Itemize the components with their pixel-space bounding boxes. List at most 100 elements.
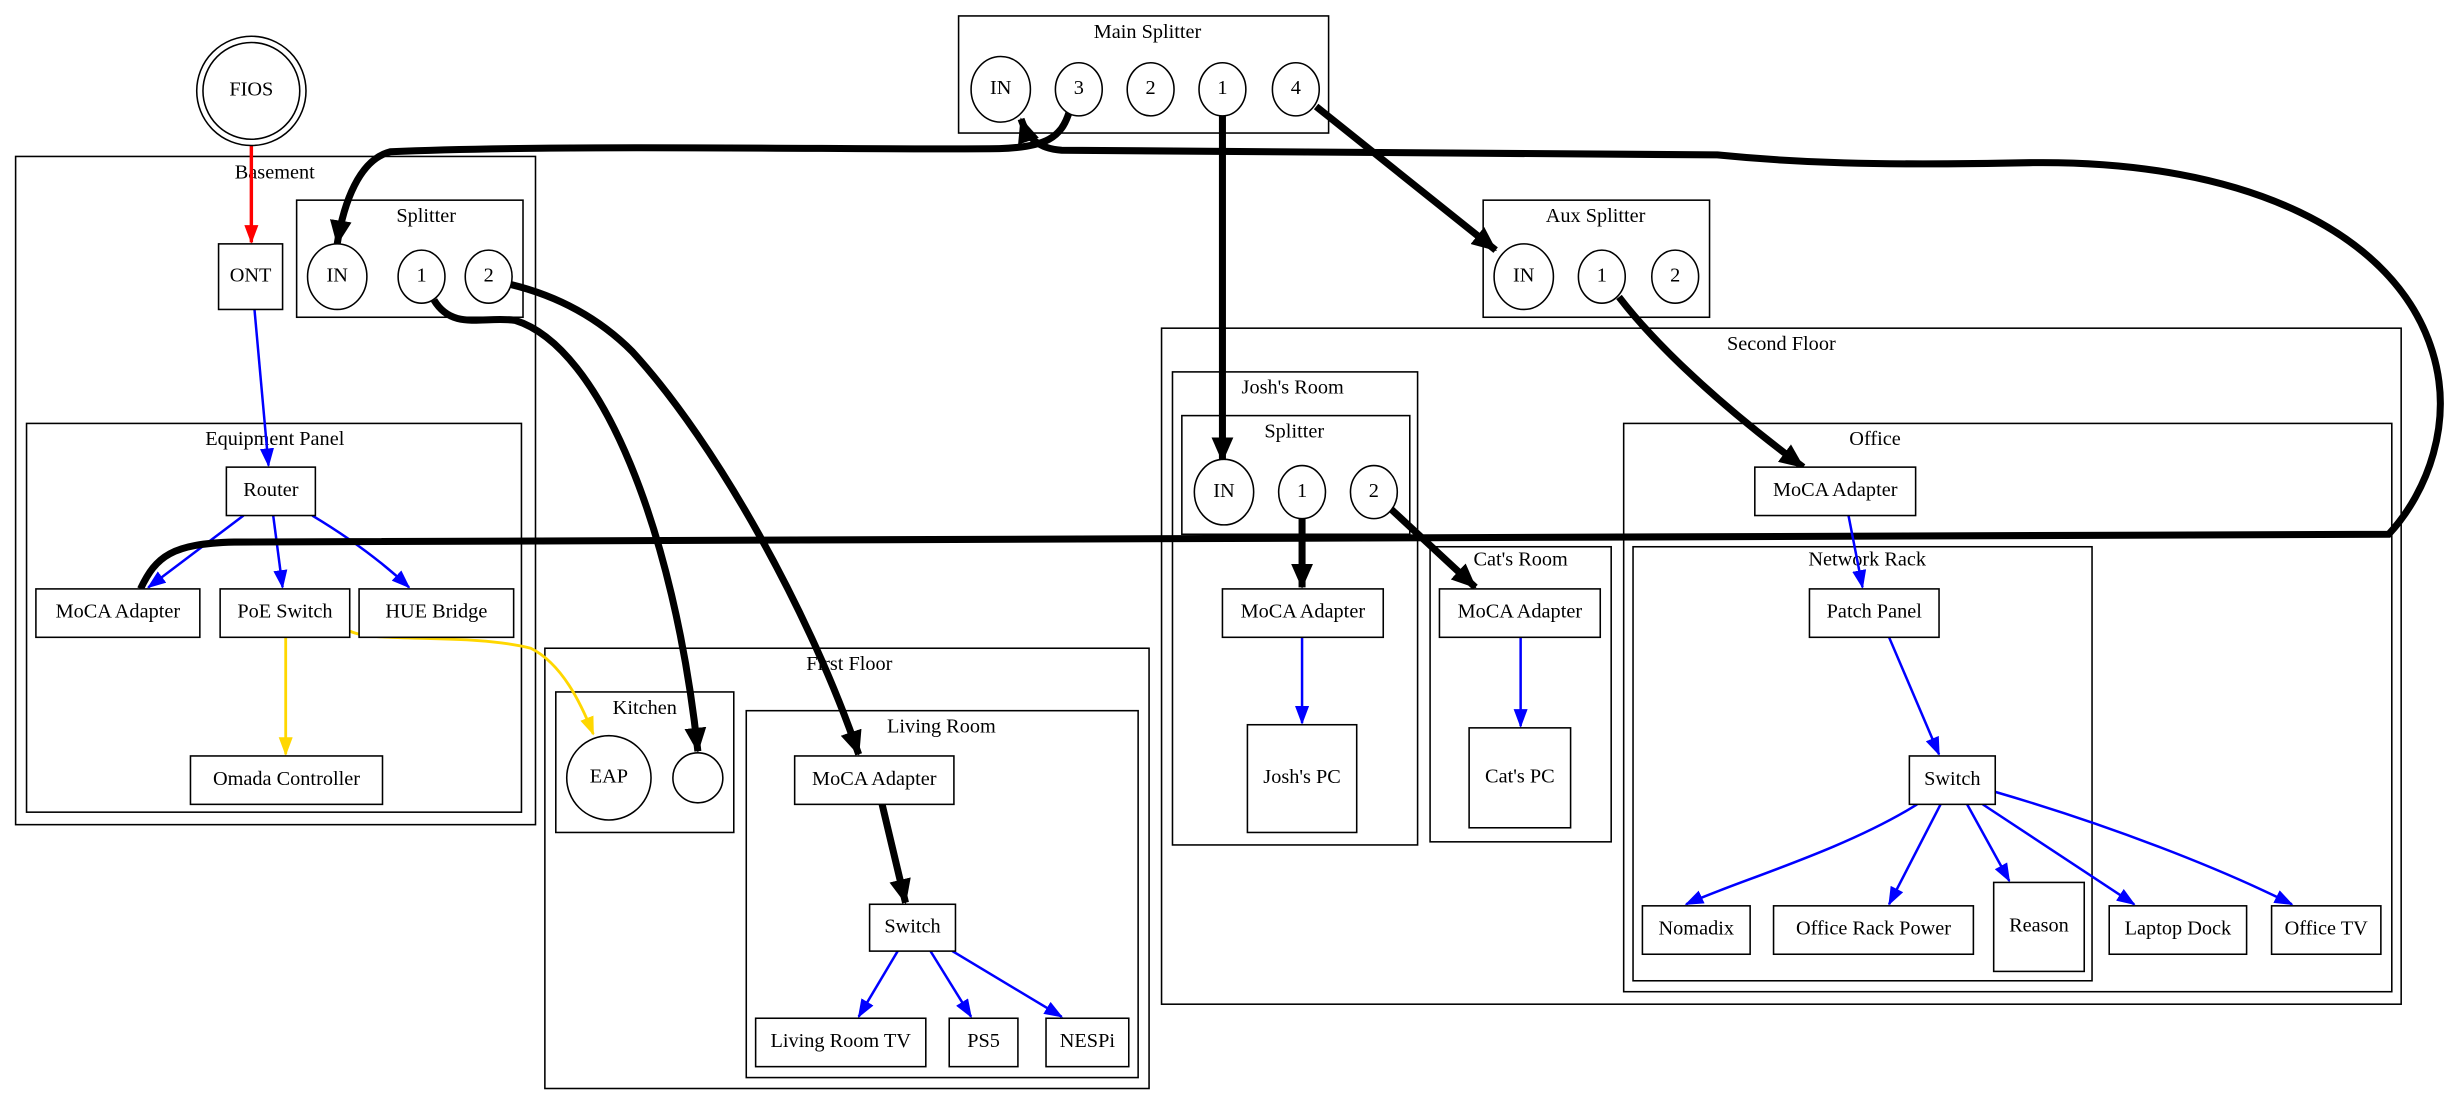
node-label: Josh's PC (1263, 766, 1340, 788)
node-patch-panel: Patch Panel (1808, 588, 1940, 639)
cluster-label: Kitchen (613, 697, 677, 719)
cluster-label: Office (1849, 428, 1900, 450)
node-label: MoCA Adapter (1458, 601, 1583, 623)
edge-aux1-office-moca (1616, 294, 1806, 470)
edge-switch-nomadix (1684, 803, 1918, 906)
edge-living-moca-switch (878, 803, 911, 905)
node-living-switch: Switch (868, 903, 957, 952)
node-label: HUE Bridge (385, 601, 487, 623)
edge-basement-moca-main-in (137, 117, 2444, 591)
node-label: ONT (230, 264, 272, 286)
josh-splitter-ports: IN 1 2 (1193, 458, 1399, 526)
node-cat-moca: MoCA Adapter (1438, 588, 1602, 639)
node-label: EAP (590, 765, 628, 787)
cluster-label: Main Splitter (1094, 21, 1202, 43)
node-josh-moca: MoCA Adapter (1221, 588, 1385, 639)
main-splitter-ports: IN 3 2 1 4 (970, 55, 1321, 123)
port-1: 1 (416, 264, 426, 286)
node-office-tv: Office TV (2270, 905, 2382, 956)
edge-switch-ps5 (929, 950, 973, 1019)
node-label: PS5 (967, 1030, 1000, 1052)
cluster-label: Aux Splitter (1546, 205, 1646, 227)
cluster-label: Josh's Room (1242, 377, 1344, 399)
cluster-label: Equipment Panel (205, 428, 344, 450)
node-label: PoE Switch (237, 601, 332, 623)
node-router: Router (225, 466, 317, 517)
cluster-label: Second Floor (1727, 333, 1836, 355)
port-2: 2 (484, 264, 494, 286)
node-label: Reason (2009, 915, 2069, 937)
node-label: Cat's PC (1485, 765, 1555, 787)
node-label: Patch Panel (1827, 601, 1923, 623)
port-2: 2 (1146, 77, 1156, 99)
node-basement-moca: MoCA Adapter (35, 588, 201, 639)
node-kitchen-unlabeled (672, 752, 724, 804)
node-ps5: PS5 (948, 1017, 1019, 1068)
node-label: Router (243, 479, 298, 501)
node-label: NESPi (1060, 1030, 1116, 1052)
node-fios: FIOS (195, 35, 307, 147)
edge-switch-reason (1966, 803, 2011, 883)
node-label: FIOS (229, 79, 273, 101)
node-ont: ONT (217, 243, 284, 311)
network-diagram: Main Splitter Basement Splitter Equipmen… (14, 15, 2444, 1090)
cluster-label: Splitter (1264, 420, 1324, 442)
edge-switch-rack-power (1887, 803, 1942, 906)
node-label: Switch (1924, 768, 1980, 790)
node-label: MoCA Adapter (1773, 479, 1898, 501)
node-label: Laptop Dock (2125, 918, 2232, 940)
node-label: Office TV (2285, 918, 2369, 940)
cluster-label: Cat's Room (1473, 548, 1568, 570)
port-3: 3 (1074, 77, 1084, 99)
node-living-moca: MoCA Adapter (793, 755, 955, 806)
port-in: IN (1513, 264, 1535, 286)
port-2: 2 (1369, 480, 1379, 502)
edge-main4-aux-splitter (1313, 103, 1498, 253)
port-2: 2 (1670, 264, 1680, 286)
node-label: Nomadix (1659, 918, 1734, 940)
node-office-rack-power: Office Rack Power (1772, 905, 1975, 956)
node-office-switch: Switch (1908, 755, 1997, 806)
node-cat-pc: Cat's PC (1468, 727, 1572, 829)
node-office-moca: MoCA Adapter (1754, 466, 1917, 517)
edge-switch-living-tv (857, 950, 899, 1019)
port-in: IN (327, 264, 349, 286)
node-label: MoCA Adapter (1241, 601, 1366, 623)
node-eap: EAP (565, 734, 652, 821)
node-reason: Reason (1992, 881, 2086, 973)
node-label: Omada Controller (213, 768, 360, 790)
cluster-label: Network Rack (1808, 548, 1927, 570)
node-josh-pc: Josh's PC (1246, 723, 1358, 834)
node-nespi: NESPi (1045, 1017, 1130, 1068)
edge-poe-eap (349, 629, 595, 736)
edge-basement-splitter1-kitchen (431, 298, 707, 753)
node-laptop-dock: Laptop Dock (2108, 905, 2248, 956)
node-nomadix: Nomadix (1641, 905, 1751, 956)
edge-router-moca (147, 514, 245, 589)
node-label: Living Room TV (770, 1030, 911, 1052)
port-1: 1 (1217, 77, 1227, 99)
node-omada-controller: Omada Controller (189, 755, 384, 806)
cluster-label: Splitter (396, 205, 456, 227)
basement-splitter-ports: IN 1 2 (306, 243, 513, 311)
node-poe-switch: PoE Switch (219, 588, 351, 639)
node-living-room-tv: Living Room TV (754, 1017, 927, 1068)
edge-router-hue (311, 514, 411, 589)
port-4: 4 (1291, 77, 1301, 99)
cluster-label: Basement (235, 161, 315, 183)
edge-switch-nespi (951, 950, 1063, 1018)
node-hue-bridge: HUE Bridge (358, 588, 515, 639)
node-label: Switch (884, 915, 940, 937)
cluster-label: Living Room (887, 716, 996, 738)
cluster-second-floor: Second Floor (1160, 327, 2402, 1005)
edge-router-poe (271, 515, 288, 589)
port-1: 1 (1297, 480, 1307, 502)
aux-splitter-ports: IN 1 2 (1493, 243, 1700, 311)
port-in: IN (1213, 480, 1235, 502)
node-label: Office Rack Power (1796, 918, 1951, 940)
edge-patch-switch (1887, 636, 1941, 756)
port-1: 1 (1597, 264, 1607, 286)
node-label: MoCA Adapter (812, 768, 937, 790)
port-in: IN (990, 77, 1012, 99)
node-label: MoCA Adapter (56, 601, 181, 623)
